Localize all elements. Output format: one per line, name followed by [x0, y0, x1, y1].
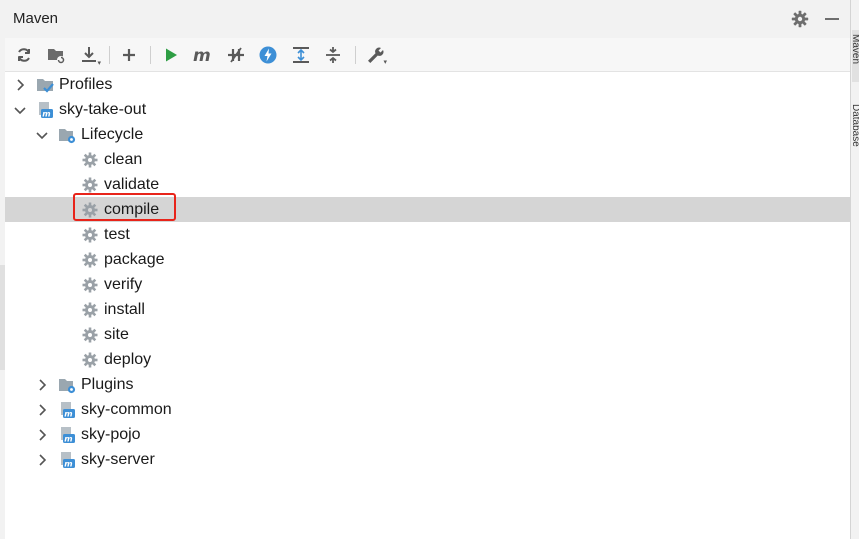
goal-verify[interactable]: verify: [5, 272, 850, 297]
goal-test[interactable]: test: [5, 222, 850, 247]
tree-node-label: sky-common: [81, 401, 172, 418]
maven-module-icon: m: [58, 426, 76, 444]
collapse-all-icon[interactable]: [321, 43, 345, 67]
chevron-right-icon[interactable]: [35, 378, 49, 392]
goal-gear-icon: [81, 226, 99, 244]
minimize-icon[interactable]: [823, 10, 841, 28]
right-tab-label: Maven: [850, 34, 859, 65]
tree-node-label: sky-server: [81, 451, 155, 468]
add-icon[interactable]: [117, 43, 141, 67]
tree-node-profiles[interactable]: Profiles: [5, 72, 850, 97]
chevron-right-icon[interactable]: [35, 453, 49, 467]
plugins-folder-icon: [58, 376, 76, 394]
tree-node-label: Lifecycle: [81, 126, 144, 143]
goal-gear-icon: [81, 176, 99, 194]
toolbar-separator: [109, 46, 110, 64]
toolbar-separator: [150, 46, 151, 64]
svg-text:m: m: [193, 46, 211, 64]
chevron-right-icon[interactable]: [35, 403, 49, 417]
goal-gear-icon: [81, 276, 99, 294]
goal-gear-icon: [81, 201, 99, 219]
svg-text:m: m: [64, 410, 72, 419]
gear-icon[interactable]: [791, 10, 809, 28]
goal-deploy[interactable]: deploy: [5, 347, 850, 372]
goal-label: compile: [104, 201, 160, 218]
show-dependencies-icon[interactable]: [289, 43, 313, 67]
generate-sources-icon[interactable]: [44, 43, 68, 67]
reload-icon[interactable]: [12, 43, 36, 67]
goal-clean[interactable]: clean: [5, 147, 850, 172]
tree-node-label: sky-take-out: [59, 101, 147, 118]
tool-window-title: Maven: [13, 10, 59, 27]
maven-module-icon: m: [58, 451, 76, 469]
tree-node-module[interactable]: m sky-pojo: [5, 422, 850, 447]
right-tool-strip: Maven Database: [850, 0, 859, 539]
goal-label: test: [104, 226, 130, 243]
tree-node-plugins[interactable]: Plugins: [5, 372, 850, 397]
download-icon[interactable]: ▾: [77, 43, 101, 67]
goal-validate[interactable]: validate: [5, 172, 850, 197]
maven-project-tree: Profiles m sky-take-out Lifecycle clean …: [5, 72, 850, 539]
settings-wrench-icon[interactable]: ▾: [363, 43, 387, 67]
tree-node-label: Profiles: [59, 76, 113, 93]
goal-gear-icon: [81, 151, 99, 169]
chevron-right-icon[interactable]: [13, 78, 27, 92]
chevron-down-icon[interactable]: [35, 128, 49, 142]
right-tab-maven[interactable]: Maven: [850, 30, 859, 82]
chevron-down-icon[interactable]: [13, 103, 27, 117]
goal-gear-icon: [81, 351, 99, 369]
maven-tool-window: Maven ▾ m ▾ Profiles m sky-take-out Life…: [5, 0, 850, 539]
tree-node-module[interactable]: m sky-common: [5, 397, 850, 422]
tree-node-module[interactable]: m sky-server: [5, 447, 850, 472]
goal-install[interactable]: install: [5, 297, 850, 322]
goal-label: validate: [104, 176, 160, 193]
goal-gear-icon: [81, 251, 99, 269]
goal-label: deploy: [104, 351, 152, 368]
goal-label: verify: [104, 276, 143, 293]
tree-node-label: Plugins: [81, 376, 134, 393]
skip-tests-icon[interactable]: [256, 43, 280, 67]
tree-node-project[interactable]: m sky-take-out: [5, 97, 850, 122]
toggle-offline-icon[interactable]: [224, 43, 248, 67]
goal-label: site: [104, 326, 129, 343]
right-tab-label: Database: [850, 104, 859, 147]
right-tab-database[interactable]: Database: [850, 100, 859, 180]
tree-node-label: sky-pojo: [81, 426, 141, 443]
maven-goal-icon[interactable]: m: [191, 43, 215, 67]
maven-module-icon: m: [58, 401, 76, 419]
run-icon[interactable]: [159, 43, 183, 67]
tree-node-lifecycle[interactable]: Lifecycle: [5, 122, 850, 147]
goal-label: clean: [104, 151, 143, 168]
goal-package[interactable]: package: [5, 247, 850, 272]
tool-window-header: Maven: [5, 0, 850, 39]
chevron-right-icon[interactable]: [35, 428, 49, 442]
profiles-folder-icon: [36, 76, 54, 94]
goal-site[interactable]: site: [5, 322, 850, 347]
maven-module-icon: m: [36, 101, 54, 119]
maven-toolbar: ▾ m ▾: [5, 38, 850, 72]
svg-text:m: m: [64, 435, 72, 444]
svg-text:m: m: [42, 110, 50, 119]
goal-label: package: [104, 251, 165, 268]
goal-compile[interactable]: compile: [5, 197, 850, 222]
goal-gear-icon: [81, 301, 99, 319]
lifecycle-folder-icon: [58, 126, 76, 144]
svg-text:m: m: [64, 460, 72, 469]
toolbar-separator: [355, 46, 356, 64]
goal-label: install: [104, 301, 145, 318]
goal-gear-icon: [81, 326, 99, 344]
